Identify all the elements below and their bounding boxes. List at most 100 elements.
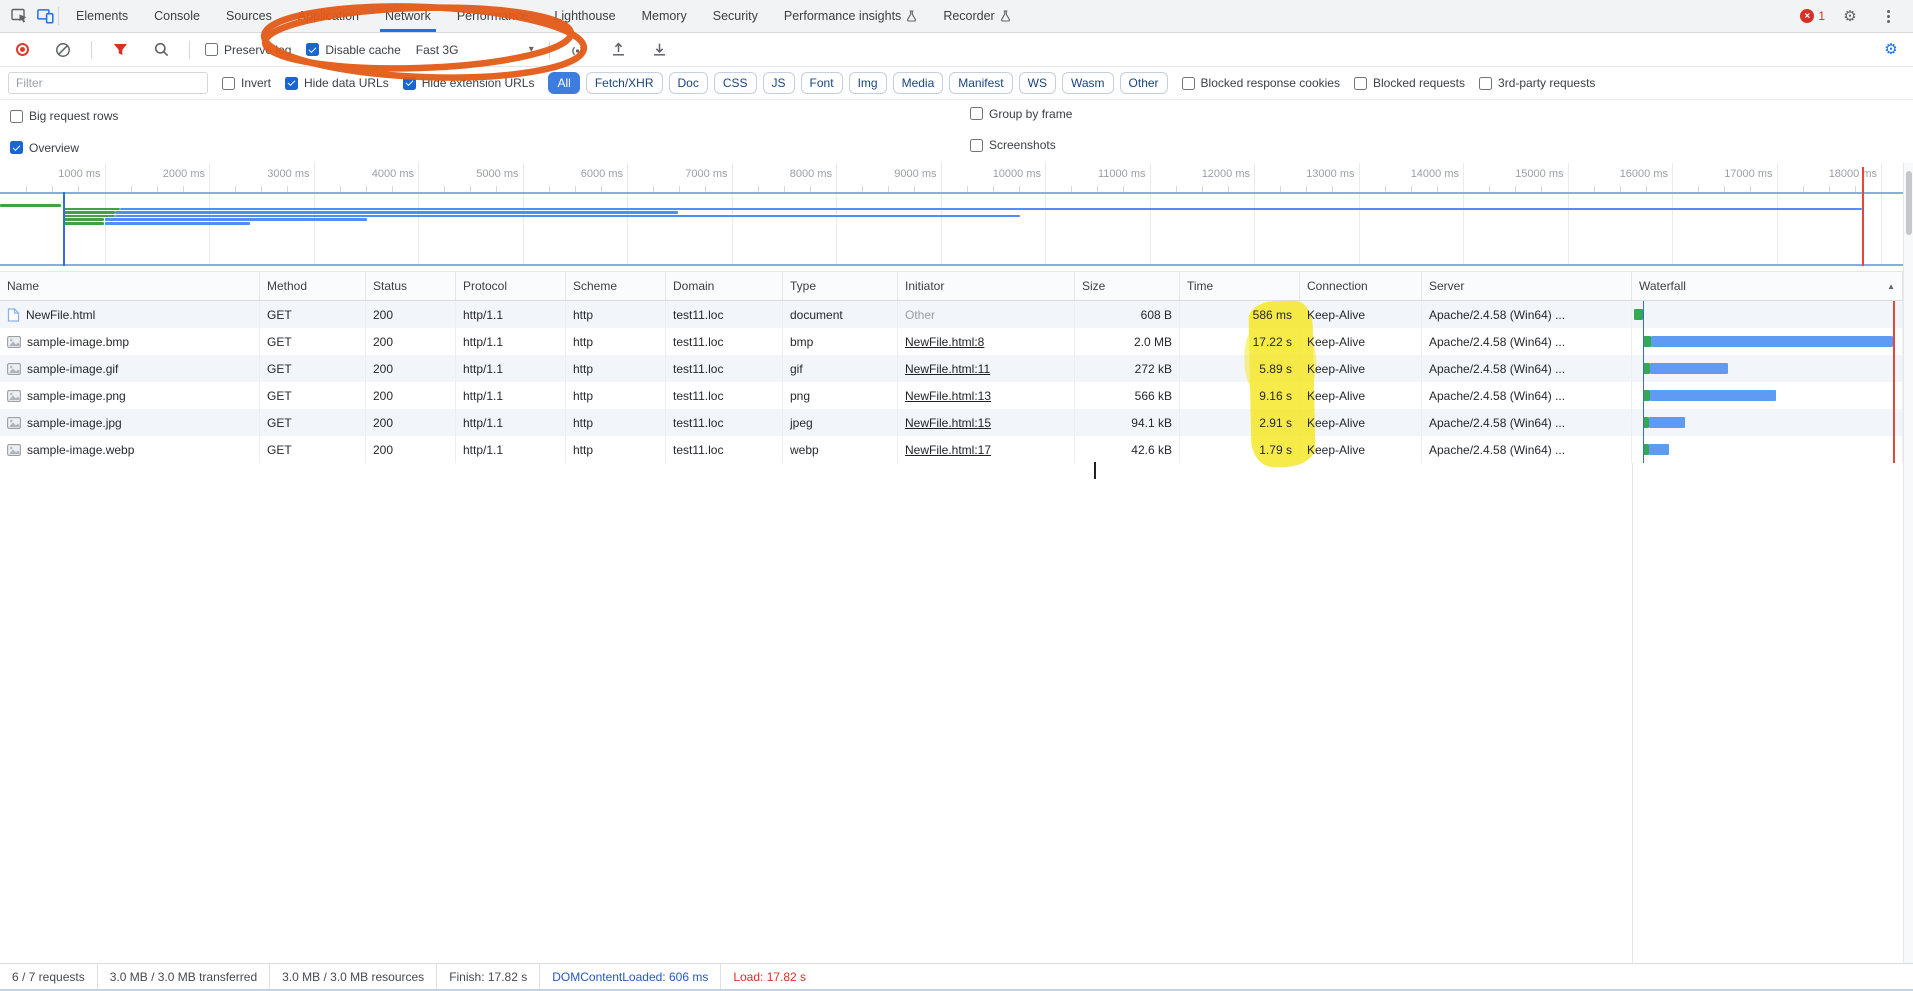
time-value: 1.79 s (1259, 443, 1292, 457)
blocked-response-cookies-checkbox[interactable]: Blocked response cookies (1182, 76, 1340, 90)
column-header-status[interactable]: Status (366, 272, 456, 300)
column-header-domain[interactable]: Domain (666, 272, 783, 300)
error-badge[interactable]: × 1 (1800, 9, 1825, 23)
requests-count: 6 / 7 requests (0, 964, 98, 989)
vertical-scrollbar[interactable] (1903, 163, 1913, 963)
search-button[interactable] (148, 37, 174, 63)
import-har-button[interactable] (606, 37, 632, 63)
column-header-time[interactable]: Time (1180, 272, 1300, 300)
column-header-name[interactable]: Name (0, 272, 260, 300)
filter-type-js[interactable]: JS (763, 72, 795, 94)
tab-sources[interactable]: Sources (213, 0, 285, 32)
initiator-link[interactable]: NewFile.html:17 (905, 443, 991, 457)
overview-checkbox[interactable]: Overview (10, 141, 79, 155)
grid-line (1359, 163, 1360, 266)
more-options-button[interactable] (1875, 3, 1901, 29)
cell-scheme: http (566, 301, 666, 328)
inspect-element-button[interactable] (6, 3, 32, 29)
network-toolbar: Preserve log Disable cache Fast 3G ▾ ⚙ (0, 33, 1913, 67)
column-header-initiator[interactable]: Initiator (898, 272, 1075, 300)
hide-extension-urls-checkbox[interactable]: Hide extension URLs (403, 76, 535, 90)
filter-type-media[interactable]: Media (893, 72, 944, 94)
cell-status: 200 (366, 409, 456, 436)
cell-scheme: http (566, 436, 666, 463)
filter-type-ws[interactable]: WS (1019, 72, 1056, 94)
cell-domain: test11.loc (666, 436, 783, 463)
initiator-link[interactable]: NewFile.html:8 (905, 335, 984, 349)
table-row[interactable]: sample-image.jpgGET200http/1.1httptest11… (0, 409, 1903, 436)
group-by-frame-checkbox[interactable]: Group by frame (970, 107, 1072, 121)
tick-label: 2000 ms (163, 168, 205, 180)
column-header-scheme[interactable]: Scheme (566, 272, 666, 300)
tab-lighthouse[interactable]: Lighthouse (541, 0, 628, 32)
tab-recorder[interactable]: Recorder (930, 0, 1023, 32)
checkbox-label: Preserve log (224, 43, 291, 57)
column-header-type[interactable]: Type (783, 272, 898, 300)
checkbox-label: Group by frame (989, 107, 1072, 121)
tab-console[interactable]: Console (141, 0, 213, 32)
tab-elements[interactable]: Elements (63, 0, 141, 32)
throttling-select[interactable]: Fast 3G ▾ (416, 43, 534, 57)
filter-toggle-button[interactable] (107, 37, 133, 63)
tab-label: Security (713, 9, 758, 23)
cell-status: 200 (366, 355, 456, 382)
cell-domain: test11.loc (666, 409, 783, 436)
throttling-value: Fast 3G (416, 43, 459, 57)
device-toolbar-button[interactable] (32, 3, 58, 29)
initiator-link[interactable]: NewFile.html:15 (905, 416, 991, 430)
filter-type-doc[interactable]: Doc (669, 72, 708, 94)
resources-size: 3.0 MB / 3.0 MB resources (270, 964, 437, 989)
filter-type-font[interactable]: Font (801, 72, 843, 94)
tab-security[interactable]: Security (700, 0, 771, 32)
filter-type-other[interactable]: Other (1120, 72, 1168, 94)
filter-type-all[interactable]: All (548, 72, 579, 94)
table-row[interactable]: sample-image.webpGET200http/1.1httptest1… (0, 436, 1903, 463)
export-har-button[interactable] (647, 37, 673, 63)
tab-application[interactable]: Application (285, 0, 372, 32)
timeline-overview[interactable]: 1000 ms2000 ms3000 ms4000 ms5000 ms6000 … (0, 163, 1903, 266)
column-header-server[interactable]: Server (1422, 272, 1632, 300)
preserve-log-checkbox[interactable]: Preserve log (205, 43, 291, 57)
column-header-waterfall[interactable]: Waterfall▲ (1632, 272, 1903, 300)
initiator-link[interactable]: NewFile.html:13 (905, 389, 991, 403)
cell-size: 42.6 kB (1075, 436, 1180, 463)
column-header-connection[interactable]: Connection (1300, 272, 1422, 300)
filter-type-wasm[interactable]: Wasm (1062, 72, 1114, 94)
tab-performance-insights[interactable]: Performance insights (771, 0, 930, 32)
filter-type-css[interactable]: CSS (714, 72, 757, 94)
cell-method: GET (260, 409, 366, 436)
initiator-link[interactable]: NewFile.html:11 (905, 362, 990, 376)
checkbox-box (1479, 77, 1492, 90)
clear-button[interactable] (50, 37, 76, 63)
table-row[interactable]: NewFile.htmlGET200http/1.1httptest11.loc… (0, 301, 1903, 328)
tab-memory[interactable]: Memory (629, 0, 700, 32)
scrollbar-thumb[interactable] (1906, 171, 1912, 235)
filter-type-img[interactable]: Img (849, 72, 887, 94)
disable-cache-checkbox[interactable]: Disable cache (306, 43, 400, 57)
cell-scheme: http (566, 409, 666, 436)
table-row[interactable]: sample-image.pngGET200http/1.1httptest11… (0, 382, 1903, 409)
table-row[interactable]: sample-image.gifGET200http/1.1httptest11… (0, 355, 1903, 382)
tab-network[interactable]: Network (372, 0, 444, 32)
table-row[interactable]: sample-image.bmpGET200http/1.1httptest11… (0, 328, 1903, 355)
cell-time: 2.91 s (1180, 409, 1300, 436)
network-settings-button[interactable]: ⚙ (1878, 37, 1904, 63)
tab-performance[interactable]: Performance (444, 0, 542, 32)
blocked-requests-checkbox[interactable]: Blocked requests (1354, 76, 1465, 90)
hide-data-urls-checkbox[interactable]: Hide data URLs (285, 76, 389, 90)
invert-checkbox[interactable]: Invert (222, 76, 271, 90)
cell-server: Apache/2.4.58 (Win64) ... (1422, 382, 1632, 409)
network-conditions-button[interactable] (565, 37, 591, 63)
cell-name: sample-image.gif (0, 355, 260, 382)
settings-button[interactable]: ⚙ (1837, 3, 1863, 29)
screenshots-checkbox[interactable]: Screenshots (970, 138, 1056, 152)
big-request-rows-checkbox[interactable]: Big request rows (10, 109, 118, 123)
record-button[interactable] (9, 37, 35, 63)
third-party-requests-checkbox[interactable]: 3rd-party requests (1479, 76, 1595, 90)
filter-input[interactable] (8, 72, 208, 94)
column-header-size[interactable]: Size (1075, 272, 1180, 300)
filter-type-manifest[interactable]: Manifest (949, 72, 1012, 94)
filter-type-fetch-xhr[interactable]: Fetch/XHR (586, 72, 663, 94)
column-header-protocol[interactable]: Protocol (456, 272, 566, 300)
column-header-method[interactable]: Method (260, 272, 366, 300)
